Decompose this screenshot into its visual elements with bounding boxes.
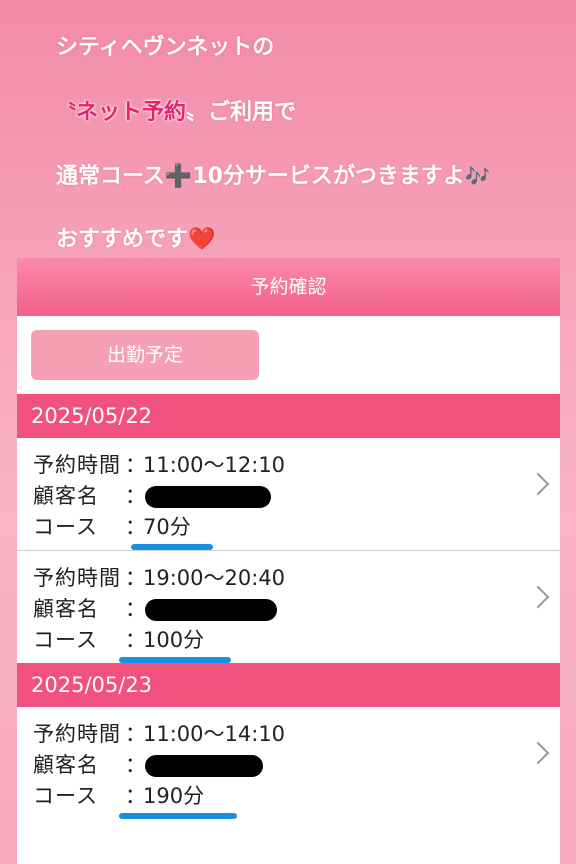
promo-regular-course: 通常コース [56, 164, 165, 189]
booking-course-row: コース ：70分 [33, 512, 285, 550]
colon: ： [125, 722, 146, 746]
promo-bonus-text: 10分サービスがつきますよ [192, 164, 465, 189]
course-highlight-underline [131, 544, 213, 550]
booking-time: 11:00〜14:10 [143, 722, 286, 746]
date-header: 2025/05/23 [17, 663, 560, 707]
promo-recommend-text: おすすめです [56, 227, 189, 252]
chevron-right-icon [526, 741, 550, 765]
colon: ： [125, 753, 146, 777]
promo-net-reservation: ネット予約 [76, 100, 187, 125]
time-label: 予約時間 [33, 566, 121, 590]
booking-time-row: 予約時間 ：19:00〜20:40 [33, 563, 285, 594]
date-header: 2025/05/22 [17, 394, 560, 438]
promo-text: シティヘヴンネットの 〝ネット予約〟ご利用で 通常コース➕10分サービスがつきま… [56, 30, 566, 286]
promo-line-3: 通常コース➕10分サービスがつきますよ🎶 [56, 158, 566, 222]
course-label: コース [33, 515, 98, 539]
booking-course-row: コース ：190分 [33, 781, 285, 819]
colon: ： [125, 484, 146, 508]
booking-customer-row: 顧客名 ： [33, 750, 285, 781]
booking-time-row: 予約時間 ：11:00〜12:10 [33, 450, 285, 481]
booking-course: 100分 [143, 628, 205, 652]
booking-time: 11:00〜12:10 [143, 453, 286, 477]
course-label: コース [33, 628, 98, 652]
time-label: 予約時間 [33, 722, 121, 746]
colon: ： [125, 566, 146, 590]
booking-customer-row: 顧客名 ： [33, 481, 285, 512]
booking-course: 70分 [143, 515, 191, 539]
reservation-panel: 予約確認 出勤予定 2025/05/22 予約時間 ：11:00〜12:10 顧客… [17, 258, 560, 864]
schedule-button-area: 出勤予定 [17, 316, 560, 394]
colon: ： [125, 628, 146, 652]
chevron-right-icon [526, 472, 550, 496]
promo-line-1: シティヘヴンネットの [56, 30, 566, 94]
colon: ： [125, 597, 146, 621]
booking-course-row: コース ：100分 [33, 625, 285, 663]
customer-label: 顧客名 [33, 484, 99, 508]
chevron-right-icon [526, 585, 550, 609]
booking-customer-row: 顧客名 ： [33, 594, 285, 625]
music-notes-icon: 🎶 [464, 164, 490, 188]
promo-line-2: 〝ネット予約〟ご利用で [56, 94, 566, 158]
booking-row[interactable]: 予約時間 ：11:00〜12:10 顧客名： コース ：70分 [17, 438, 560, 551]
customer-label: 顧客名 [33, 753, 99, 777]
colon: ： [125, 515, 146, 539]
booking-row[interactable]: 予約時間 ：11:00〜14:10 顧客名： コース ：190分 [17, 707, 560, 819]
customer-label: 顧客名 [33, 597, 99, 621]
booking-time: 19:00〜20:40 [143, 566, 286, 590]
course-highlight-underline [119, 657, 231, 663]
panel-title: 予約確認 [17, 258, 560, 316]
colon: ： [125, 453, 146, 477]
schedule-button[interactable]: 出勤予定 [31, 330, 259, 380]
promo-usage-text: 〟ご利用で [186, 100, 297, 125]
course-label: コース [33, 784, 98, 808]
booking-course: 190分 [143, 784, 205, 808]
redacted-customer-name [145, 599, 277, 621]
promo-quote-open: 〝 [56, 100, 76, 124]
plus-icon: ➕ [164, 164, 193, 189]
course-highlight-underline [119, 813, 237, 819]
time-label: 予約時間 [33, 453, 121, 477]
redacted-customer-name [145, 486, 271, 508]
heart-icon: ❤️ [188, 227, 216, 252]
redacted-customer-name [145, 755, 263, 777]
promo-site-name: シティヘヴンネットの [56, 35, 275, 60]
colon: ： [125, 784, 146, 808]
booking-row[interactable]: 予約時間 ：19:00〜20:40 顧客名： コース ：100分 [17, 551, 560, 663]
booking-time-row: 予約時間 ：11:00〜14:10 [33, 719, 285, 750]
